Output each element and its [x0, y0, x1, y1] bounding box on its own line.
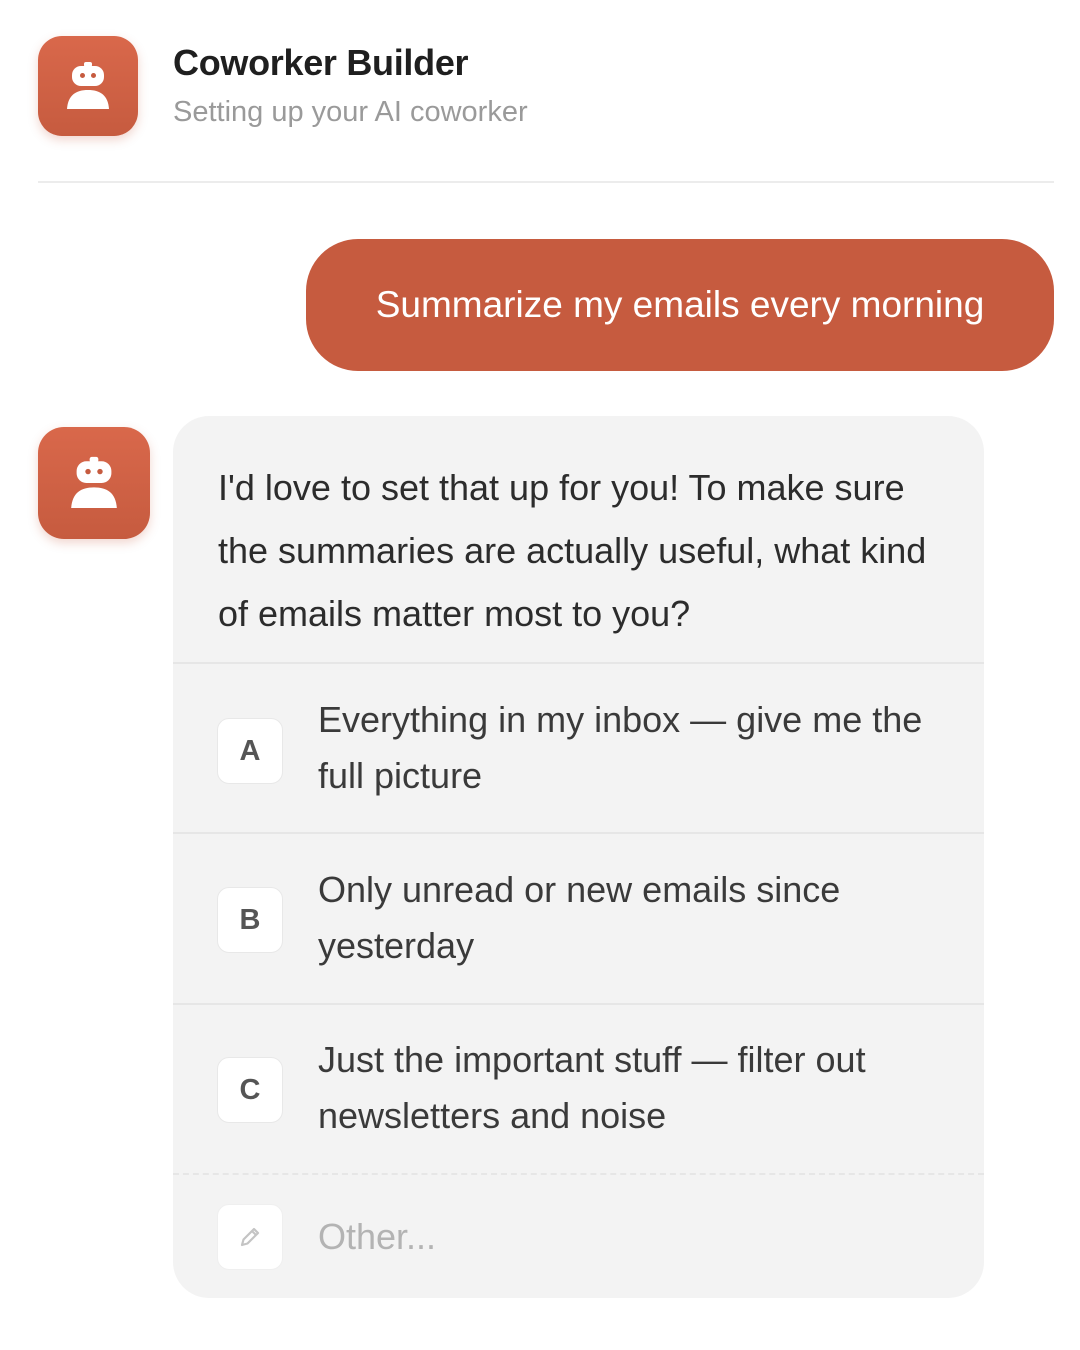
option-text: Everything in my inbox — give me the ful…	[318, 699, 923, 796]
option-letter-badge: A	[217, 718, 283, 784]
option-other-input[interactable]: Other...	[318, 1216, 436, 1258]
pencil-icon	[240, 1227, 260, 1247]
chat-header: Coworker Builder Setting up your AI cowo…	[38, 36, 1054, 136]
bot-avatar	[38, 427, 150, 539]
option-letter-badge: B	[217, 887, 283, 953]
option-letter-badge: C	[217, 1057, 283, 1123]
option-other-badge	[217, 1204, 283, 1270]
robot-icon	[71, 456, 117, 508]
user-message-text: Summarize my emails every morning	[375, 284, 985, 325]
option-b[interactable]: B Only unread or new emails since yester…	[173, 832, 984, 1002]
user-message-bubble: Summarize my emails every morning	[306, 239, 1054, 371]
bot-question-text: I'd love to set that up for you! To make…	[218, 467, 927, 634]
robot-icon	[67, 62, 109, 109]
option-other[interactable]: Other...	[173, 1173, 984, 1298]
page-title: Coworker Builder	[173, 42, 469, 83]
option-text: Just the important stuff — filter out ne…	[318, 1039, 866, 1136]
page-subtitle: Setting up your AI coworker	[173, 96, 528, 128]
app-avatar	[38, 36, 138, 136]
option-text: Only unread or new emails since yesterda…	[318, 869, 841, 966]
option-a[interactable]: A Everything in my inbox — give me the f…	[173, 662, 984, 832]
bot-message-card: I'd love to set that up for you! To make…	[173, 416, 984, 1298]
header-divider	[38, 181, 1054, 183]
option-c[interactable]: C Just the important stuff — filter out …	[173, 1003, 984, 1173]
